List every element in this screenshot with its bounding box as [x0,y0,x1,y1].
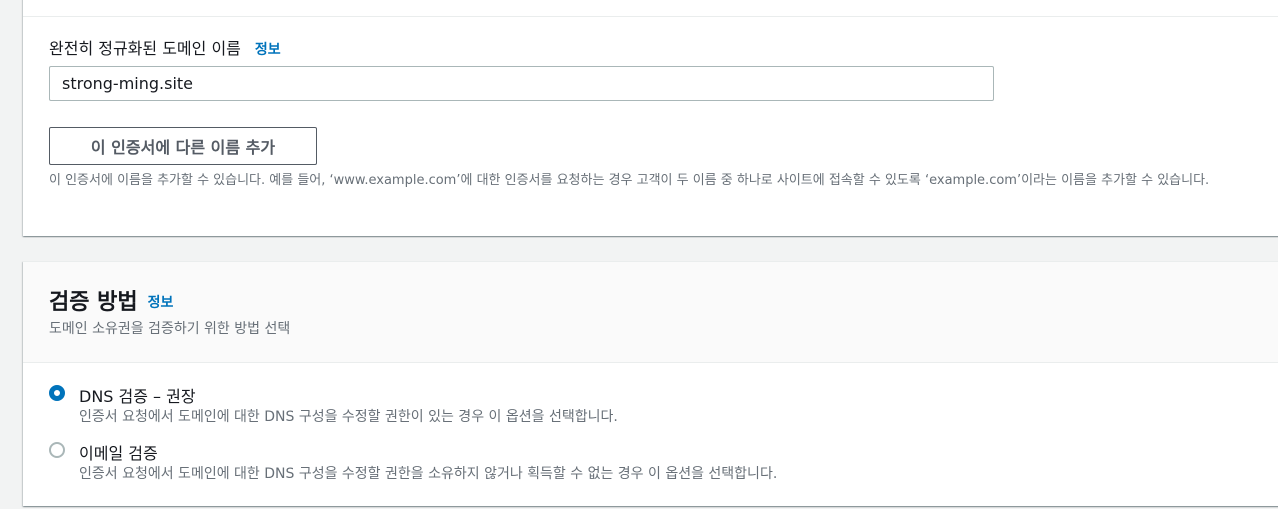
email-validation-radio[interactable] [49,442,65,458]
add-name-description: 이 인증서에 이름을 추가할 수 있습니다. 예를 들어, ‘www.examp… [49,173,1210,188]
domain-names-panel: 완전히 정규화된 도메인 이름 정보 이 인증서에 다른 이름 추가 이 인증서에… [23,0,1278,236]
email-validation-label[interactable]: 이메일 검증 [79,440,158,464]
validation-panel-header [23,262,1278,363]
validation-method-panel: 검증 방법 정보 도메인 소유권을 검증하기 위한 방법 선택 DNS 검증 – … [23,261,1278,506]
email-validation-description: 인증서 요청에서 도메인에 대한 DNS 구성을 수정할 권한을 소유하지 않거… [79,466,778,482]
validation-title-row: 검증 방법 정보 [49,284,173,316]
dns-validation-radio[interactable] [49,385,65,401]
validation-info-link[interactable]: 정보 [148,295,174,311]
add-another-name-button[interactable]: 이 인증서에 다른 이름 추가 [49,127,317,165]
dns-validation-description: 인증서 요청에서 도메인에 대한 DNS 구성을 수정할 권한이 있는 경우 이… [79,409,618,425]
fqdn-label-row: 완전히 정규화된 도메인 이름 정보 [49,35,281,59]
panel-divider [23,16,1278,17]
fqdn-label: 완전히 정규화된 도메인 이름 [49,39,241,58]
fqdn-input[interactable] [49,66,994,101]
fqdn-info-link[interactable]: 정보 [255,42,281,58]
dns-validation-label[interactable]: DNS 검증 – 권장 [79,383,196,407]
validation-subtitle: 도메인 소유권을 검증하기 위한 방법 선택 [49,321,291,337]
validation-title: 검증 방법 [49,290,138,315]
